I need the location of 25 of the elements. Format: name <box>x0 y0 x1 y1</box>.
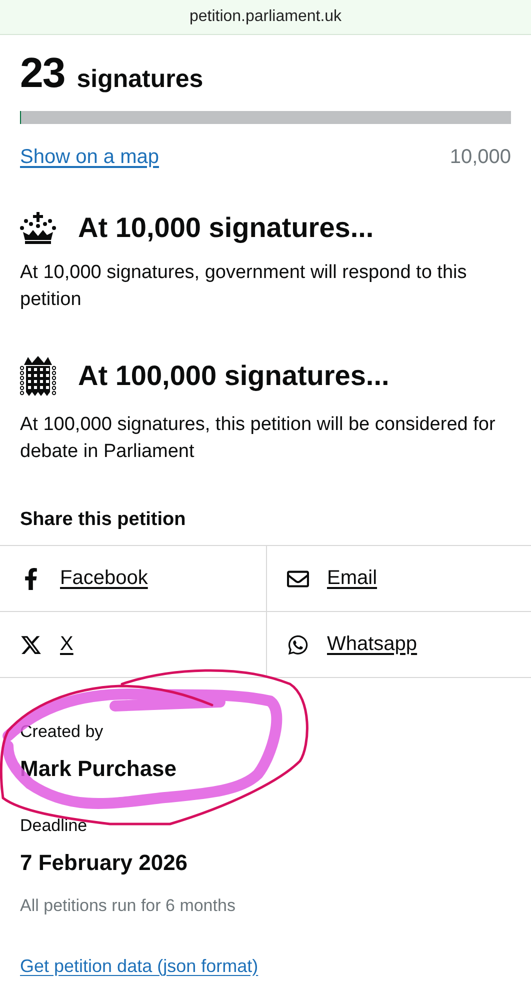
share-link[interactable]: X <box>60 633 74 656</box>
url-text: petition.parliament.uk <box>189 8 342 26</box>
milestone-text: At 10,000 signatures, government will respond to this petition <box>20 261 468 312</box>
milestone-heading: At 100,000 signatures... <box>78 360 390 392</box>
milestone-text: At 100,000 signatures, this petition will be considered for debate in Parliament <box>20 413 496 464</box>
address-bar[interactable]: petition.parliament.uk <box>0 0 531 35</box>
share-link[interactable]: Email <box>327 567 378 590</box>
milestone-heading: At 10,000 signatures... <box>78 212 374 244</box>
x-logo-icon <box>20 634 42 656</box>
crown-icon <box>20 211 56 245</box>
deadline-label: Deadline <box>20 816 88 836</box>
deadline-date: 7 February 2026 <box>20 850 189 876</box>
show-on-map-link[interactable]: Show on a map <box>20 146 159 169</box>
share-link[interactable]: Facebook <box>60 567 148 590</box>
petition-data-link[interactable]: Get petition data (json format) <box>20 956 258 976</box>
share-heading: Share this petition <box>19 509 187 531</box>
deadline-note: All petitions run for 6 months <box>20 896 236 916</box>
signature-count: 23 <box>20 49 65 97</box>
whatsapp-icon <box>287 634 309 656</box>
signatures-label: signatures <box>76 65 204 94</box>
created-by-label: Created by <box>20 722 104 742</box>
share-link[interactable]: Whatsapp <box>327 633 418 656</box>
creator-name: Mark Purchase <box>20 756 178 782</box>
portcullis-icon <box>20 355 56 397</box>
target-count: 10,000 <box>450 146 511 169</box>
